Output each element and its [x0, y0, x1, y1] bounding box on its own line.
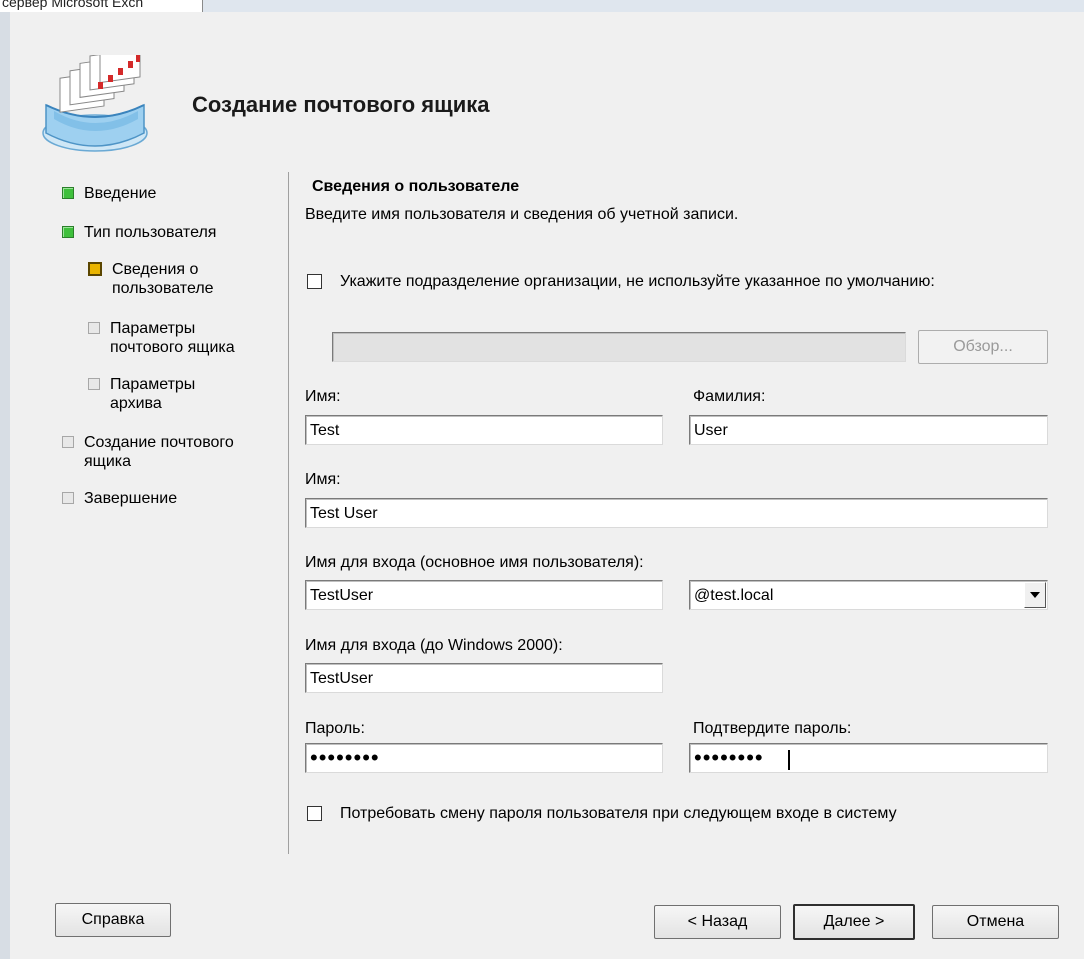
step-pending-icon	[88, 322, 100, 334]
last-name-label: Фамилия:	[693, 388, 766, 405]
confirm-password-input[interactable]: ••••••••	[689, 743, 1048, 773]
last-name-input[interactable]: User	[689, 415, 1048, 445]
nav-step-label: Сведения о пользователе	[112, 261, 214, 297]
section-subtitle: Введите имя пользователя и сведения об у…	[305, 206, 739, 223]
wizard-title: Создание почтового ящика	[192, 92, 490, 117]
nav-step-archive-settings: Параметры архива	[88, 375, 238, 413]
nav-step-mailbox-settings: Параметры почтового ящика	[88, 319, 248, 357]
password-input[interactable]: ••••••••	[305, 743, 663, 773]
full-name-input[interactable]: Test User	[305, 498, 1048, 528]
password-label: Пароль:	[305, 720, 365, 737]
step-complete-icon	[62, 226, 74, 238]
step-pending-icon	[62, 436, 74, 448]
confirm-password-label: Подтвердите пароль:	[693, 720, 852, 737]
change-password-checkbox[interactable]	[307, 806, 322, 821]
section-title: Сведения о пользователе	[312, 178, 520, 195]
confirm-password-value: ••••••••	[694, 745, 764, 770]
nav-step-user-type: Тип пользователя	[62, 223, 216, 242]
upn-input[interactable]: TestUser	[305, 580, 663, 610]
pre2000-input[interactable]: TestUser	[305, 663, 663, 693]
step-pending-icon	[62, 492, 74, 504]
chevron-down-icon[interactable]	[1024, 582, 1046, 608]
ou-checkbox[interactable]	[307, 274, 322, 289]
step-complete-icon	[62, 187, 74, 199]
text-caret	[788, 750, 790, 770]
help-button[interactable]: Справка	[55, 903, 171, 937]
nav-step-label: Параметры архива	[110, 376, 196, 412]
upn-label: Имя для входа (основное имя пользователя…	[305, 554, 644, 571]
step-current-icon	[88, 262, 102, 276]
nav-divider	[288, 172, 289, 854]
nav-step-introduction: Введение	[62, 184, 156, 203]
next-button[interactable]: Далее >	[793, 904, 915, 940]
ou-checkbox-label: Укажите подразделение организации, не ис…	[340, 273, 935, 290]
nav-step-create-mailbox: Создание почтового ящика	[62, 433, 262, 471]
first-name-label: Имя:	[305, 388, 341, 405]
browse-button: Обзор...	[918, 330, 1048, 364]
step-pending-icon	[88, 378, 100, 390]
nav-step-label: Тип пользователя	[84, 224, 217, 241]
first-name-input[interactable]: Test	[305, 415, 663, 445]
mailbox-folders-icon	[42, 55, 148, 152]
pre2000-label: Имя для входа (до Windows 2000):	[305, 637, 563, 654]
change-password-label: Потребовать смену пароля пользователя пр…	[340, 805, 897, 822]
nav-step-label: Завершение	[84, 490, 178, 507]
back-button[interactable]: < Назад	[654, 905, 781, 939]
background-window-title: сервер Microsoft Exch	[0, 0, 203, 12]
upn-domain-value: @test.local	[694, 587, 774, 604]
ou-path-field	[332, 332, 906, 362]
nav-step-completion: Завершение	[62, 489, 177, 508]
background-window-edge	[0, 12, 10, 959]
nav-step-label: Введение	[84, 185, 157, 202]
nav-step-label: Создание почтового ящика	[84, 434, 234, 470]
nav-step-user-info: Сведения о пользователе	[88, 260, 238, 298]
upn-domain-select[interactable]: @test.local	[689, 580, 1048, 610]
cancel-button[interactable]: Отмена	[932, 905, 1059, 939]
nav-step-label: Параметры почтового ящика	[110, 320, 235, 356]
full-name-label: Имя:	[305, 471, 341, 488]
